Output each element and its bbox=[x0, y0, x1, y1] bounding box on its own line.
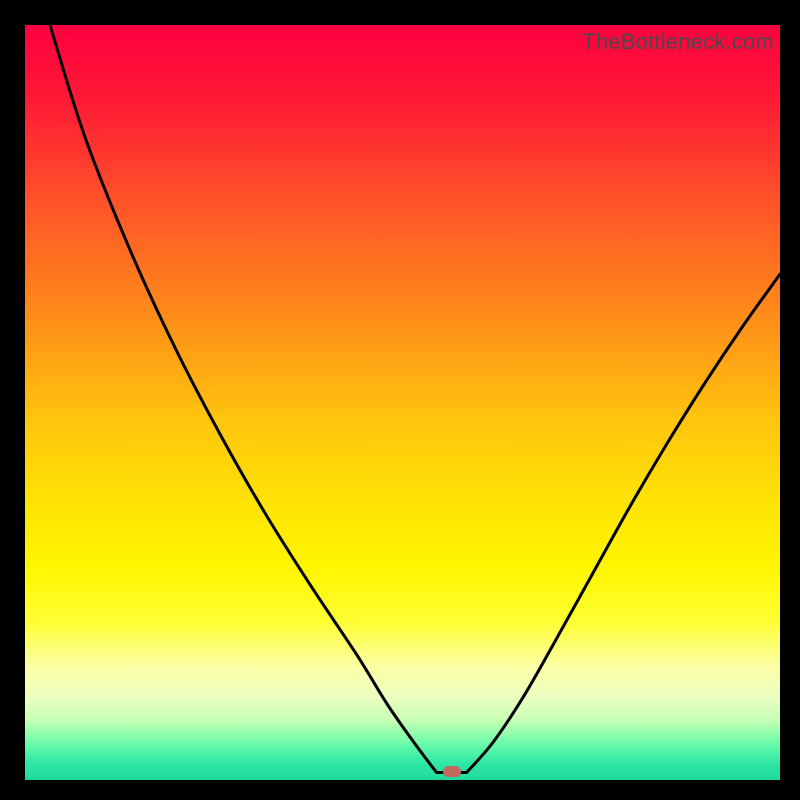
plot-area: TheBottleneck.com bbox=[25, 25, 780, 780]
optimal-point-marker bbox=[443, 766, 461, 777]
chart-frame: TheBottleneck.com bbox=[0, 0, 800, 800]
bottleneck-curve bbox=[25, 25, 780, 780]
